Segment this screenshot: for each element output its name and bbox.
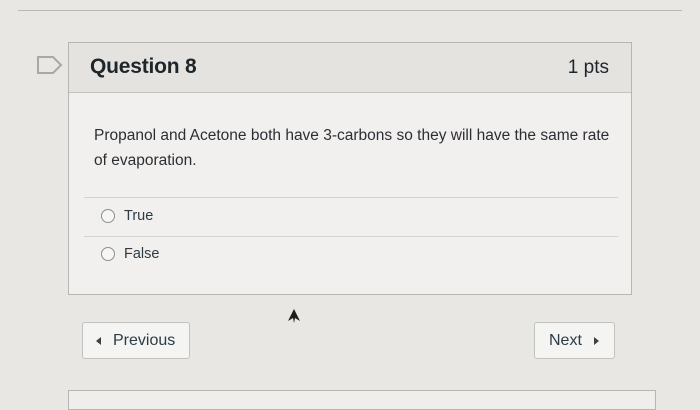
answer-option-false[interactable]: False [101, 243, 159, 265]
answer-option-true[interactable]: True [101, 205, 153, 227]
previous-button[interactable]: Previous [82, 322, 190, 359]
radio-button-false[interactable] [101, 247, 115, 261]
chevron-right-icon [593, 336, 599, 345]
question-points: 1 pts [567, 57, 609, 78]
next-button[interactable]: Next [534, 322, 615, 359]
mouse-cursor-icon [288, 309, 300, 323]
next-question-panel [68, 390, 656, 410]
next-button-label: Next [549, 331, 582, 349]
previous-button-label: Previous [113, 331, 176, 349]
answer-label-true: True [124, 208, 154, 224]
chevron-left-icon [96, 336, 101, 345]
radio-button-true[interactable] [101, 209, 115, 223]
question-title: Question 8 [90, 55, 197, 78]
answer-divider [84, 197, 618, 198]
question-text: Propanol and Acetone both have 3-carbons… [94, 127, 610, 169]
top-divider [18, 10, 682, 11]
question-card: Question 8 1 pts Propanol and Acetone bo… [68, 42, 632, 295]
answer-divider [84, 236, 618, 237]
answer-label-false: False [124, 246, 160, 262]
question-header: Question 8 1 pts [69, 43, 631, 93]
flag-question-icon[interactable] [36, 55, 64, 75]
